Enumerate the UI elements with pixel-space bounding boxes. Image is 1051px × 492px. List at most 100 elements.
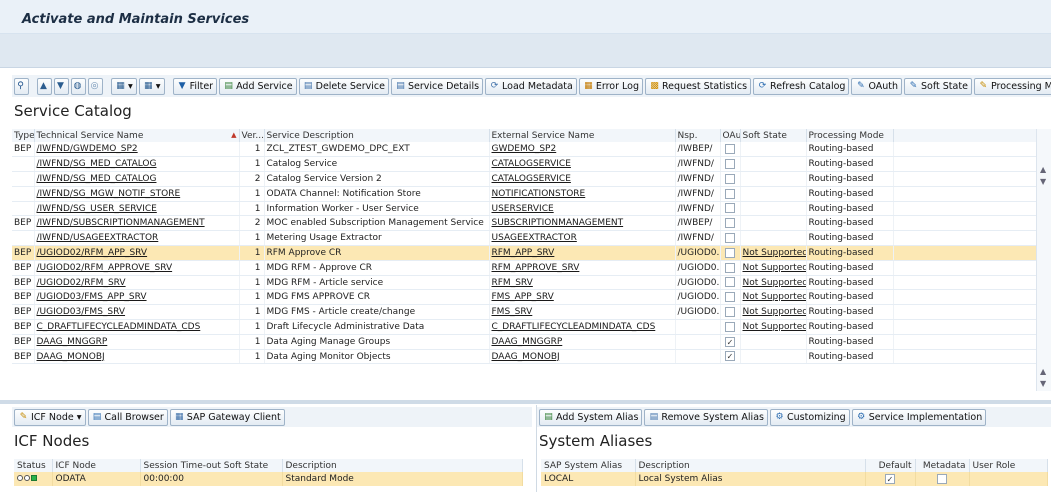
table-row[interactable]: BEP/UGIOD02/RFM_APPROVE_SRV 1 MDG RFM - Ap… <box>12 260 1037 276</box>
external-name-cell-text[interactable]: DAAG_MNGGRP <box>492 337 563 347</box>
technical-name-cell[interactable]: DAAG_MONOBJ <box>34 349 240 365</box>
oauth-checkbox[interactable] <box>725 247 735 258</box>
table-row[interactable]: /IWFND/SG_USER_SERVICE 1 Information Worke… <box>12 201 1037 217</box>
oauth-checkbox[interactable] <box>725 173 735 184</box>
technical-name-cell[interactable]: C_DRAFTLIFECYCLEADMINDATA_CDS <box>34 319 240 335</box>
external-name-cell[interactable]: DAAG_MONOBJ <box>489 349 676 365</box>
oauth-checkbox[interactable] <box>725 232 735 243</box>
soft-state-cell-text[interactable]: Not Supported <box>743 248 806 258</box>
request-statistics-button[interactable]: ▩ Request Statistics <box>645 77 752 95</box>
external-name-cell[interactable]: DAAG_MNGGRP <box>489 334 676 350</box>
external-name-cell-text[interactable]: RFM_SRV <box>492 278 533 288</box>
technical-name-cell-text[interactable]: /IWFND/USAGEEXTRACTOR <box>37 233 159 243</box>
soft-state-cell[interactable]: Not Supported <box>740 275 807 291</box>
oauth-checkbox[interactable] <box>725 292 735 303</box>
technical-name-cell[interactable]: /UGIOD02/RFM_SRV <box>34 275 240 291</box>
table-row[interactable]: BEP/IWFND/SUBSCRIPTIONMANAGEMENT 2 MOC ena… <box>12 215 1037 232</box>
external-name-cell-text[interactable]: GWDEMO_SP2 <box>492 144 557 154</box>
external-name-cell-text[interactable]: RFM_APPROVE_SRV <box>492 263 580 273</box>
soft-state-cell-text[interactable]: Not Supported <box>743 278 806 288</box>
table-row[interactable]: BEP/UGIOD02/RFM_SRV 1 MDG RFM - Article se… <box>12 275 1037 291</box>
soft-state-cell[interactable] <box>740 186 807 202</box>
oauth-checkbox[interactable] <box>725 143 735 154</box>
default-checkbox[interactable]: ✓ <box>885 473 895 484</box>
column-header-description[interactable]: Description <box>282 459 523 472</box>
oauth-checkbox[interactable]: ✓ <box>725 351 735 362</box>
soft-state-cell-text[interactable]: Not Supported <box>743 263 806 273</box>
column-header-external-name[interactable]: External Service Name <box>489 129 676 142</box>
column-header-technical-name[interactable]: Technical Service Name ▲ <box>34 129 240 142</box>
external-name-cell-text[interactable]: SUBSCRIPTIONMANAGEMENT <box>492 218 624 228</box>
layout-button[interactable]: ▦ ▾ <box>138 77 165 95</box>
column-header-description[interactable]: Service Description <box>264 129 490 142</box>
column-header-description[interactable]: Description <box>635 459 866 472</box>
soft-state-cell[interactable] <box>740 171 807 187</box>
technical-name-cell[interactable]: /UGIOD02/RFM_APPROVE_SRV <box>34 260 240 276</box>
processing-mode-button[interactable]: ✎Processing Mode <box>973 77 1051 95</box>
soft-state-cell[interactable] <box>740 334 807 350</box>
external-name-cell[interactable]: SUBSCRIPTIONMANAGEMENT <box>489 215 676 232</box>
remove-system-alias-button[interactable]: ▤ Remove System Alias <box>644 408 768 426</box>
export-button[interactable]: ▦ ▾ <box>111 77 137 95</box>
sort-descending-button[interactable]: ▼ <box>54 77 69 95</box>
oauth-checkbox[interactable] <box>725 277 735 288</box>
external-name-cell-text[interactable]: DAAG_MONOBJ <box>492 352 560 362</box>
technical-name-cell[interactable]: /IWFND/SG_USER_SERVICE <box>34 201 240 217</box>
soft-state-cell[interactable]: Not Supported <box>740 304 807 321</box>
table-row[interactable]: /IWFND/SG_MGW_NOTIF_STORE 1 ODATA Channel:… <box>12 186 1037 202</box>
table-row[interactable]: /IWFND/SG_MED_CATALOG 2 Catalog Service Ve… <box>12 171 1037 187</box>
soft-state-cell[interactable]: Not Supported <box>740 319 807 335</box>
error-log-button[interactable]: ▦ Error Log <box>578 77 643 95</box>
external-name-cell[interactable]: C_DRAFTLIFECYCLEADMINDATA_CDS <box>489 319 676 335</box>
column-header-version[interactable]: Ver... <box>239 129 265 142</box>
table-row[interactable]: ODATA 00:00:00 Standard Mode <box>14 472 523 486</box>
find-button[interactable]: ◍ <box>71 77 86 95</box>
technical-name-cell[interactable]: /IWFND/GWDEMO_SP2 <box>34 142 240 158</box>
column-header-user-role[interactable]: User Role <box>969 459 1048 472</box>
external-name-cell[interactable]: RFM_SRV <box>489 275 676 291</box>
table-row[interactable]: LOCAL Local System Alias ✓ <box>541 472 1048 486</box>
scroll-up-arrow-icon[interactable]: ▲ <box>1040 367 1046 376</box>
table-row[interactable]: BEP/UGIOD03/FMS_APP_SRV 1 MDG FMS APPROVE … <box>12 289 1037 306</box>
technical-name-cell-text[interactable]: DAAG_MONOBJ <box>37 352 105 362</box>
customizing-button[interactable]: ⚙ Customizing <box>769 408 850 426</box>
vertical-scrollbar[interactable]: ▲ ▼ ▲ ▼ <box>1036 129 1051 391</box>
technical-name-cell-text[interactable]: /UGIOD03/FMS_SRV <box>37 307 126 317</box>
technical-name-cell[interactable]: DAAG_MNGGRP <box>34 334 240 350</box>
soft-state-cell-text[interactable]: Not Supported <box>743 307 806 317</box>
column-header-type[interactable]: Type <box>12 129 35 142</box>
technical-name-cell[interactable]: /UGIOD02/RFM_APP_SRV <box>34 245 240 261</box>
table-row[interactable]: /IWFND/USAGEEXTRACTOR 1 Metering Usage Ext… <box>12 230 1037 247</box>
external-name-cell[interactable]: USERSERVICE <box>489 201 676 217</box>
soft-state-cell[interactable]: Not Supported <box>740 260 807 276</box>
icf-node-button[interactable]: ✎ ICF Node ▾ <box>14 408 86 426</box>
technical-name-cell-text[interactable]: /UGIOD02/RFM_SRV <box>37 278 126 288</box>
external-name-cell[interactable]: GWDEMO_SP2 <box>489 142 676 158</box>
add-service-button[interactable]: ▤ Add Service <box>219 77 297 95</box>
load-metadata-button[interactable]: ⟳ Load Metadata <box>485 77 577 95</box>
column-header-alias[interactable]: SAP System Alias <box>541 459 636 472</box>
panel-splitter[interactable] <box>0 400 1051 404</box>
column-header-soft-state[interactable]: Soft State <box>740 129 807 142</box>
technical-name-cell-text[interactable]: C_DRAFTLIFECYCLEADMINDATA_CDS <box>37 322 201 332</box>
technical-name-cell[interactable]: /UGIOD03/FMS_SRV <box>34 304 240 321</box>
column-header-namespace[interactable]: Nsp. <box>675 129 721 142</box>
external-name-cell[interactable]: RFM_APP_SRV <box>489 245 676 261</box>
call-browser-button[interactable]: ▤ Call Browser <box>87 408 168 426</box>
soft-state-cell-text[interactable]: Not Supported <box>743 322 806 332</box>
technical-name-cell-text[interactable]: /IWFND/GWDEMO_SP2 <box>37 144 138 154</box>
technical-name-cell[interactable]: /IWFND/SG_MED_CATALOG <box>34 156 240 173</box>
external-name-cell-text[interactable]: USERSERVICE <box>492 204 554 214</box>
service-implementation-button[interactable]: ⚙ Service Implementation <box>851 408 987 426</box>
scroll-down-arrow-icon[interactable]: ▼ <box>1040 379 1046 388</box>
soft-state-cell-text[interactable]: Not Supported <box>743 292 806 302</box>
technical-name-cell-text[interactable]: /UGIOD03/FMS_APP_SRV <box>37 292 147 302</box>
technical-name-cell-text[interactable]: /IWFND/SG_MGW_NOTIF_STORE <box>37 189 181 199</box>
table-row[interactable]: /IWFND/SG_MED_CATALOG 1 Catalog Service CAT… <box>12 156 1037 173</box>
filter-button[interactable]: ▼ Filter <box>172 77 218 95</box>
refresh-catalog-button[interactable]: ⟳ Refresh Catalog <box>753 77 850 95</box>
technical-name-cell-text[interactable]: /IWFND/SG_USER_SERVICE <box>37 204 157 214</box>
soft-state-cell[interactable] <box>740 349 807 365</box>
soft-state-cell[interactable] <box>740 156 807 173</box>
column-header-default[interactable]: Default <box>865 459 916 472</box>
